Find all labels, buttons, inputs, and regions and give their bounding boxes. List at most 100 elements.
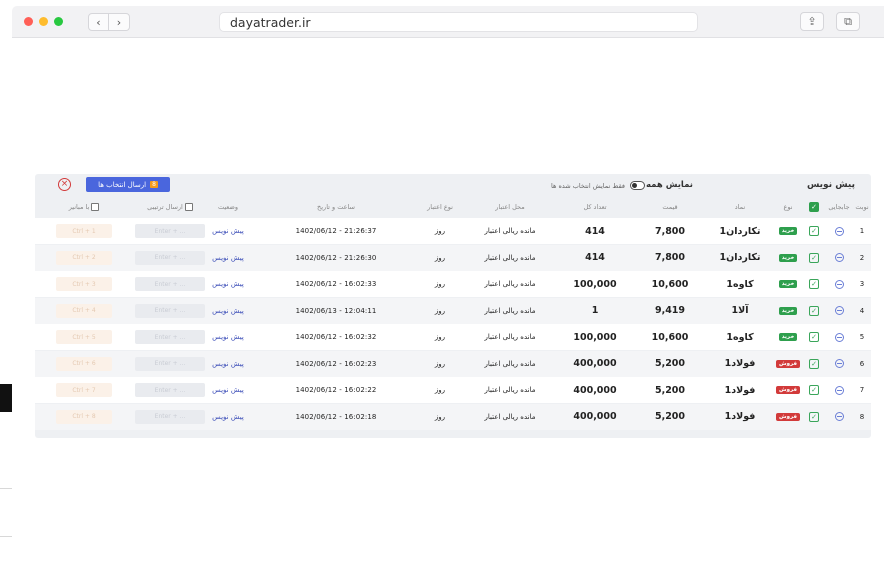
symbol: کاوه1	[726, 331, 754, 343]
order-type-badge: خرید	[778, 333, 798, 341]
send-cell[interactable]: Ctrl + 3	[42, 271, 126, 297]
price: 9,419	[654, 305, 686, 316]
send-cell[interactable]: Ctrl + 7	[42, 377, 126, 403]
with-broker-checkbox[interactable]: با مبانیر	[42, 198, 126, 216]
show-all-toggle[interactable]	[630, 181, 645, 190]
timestamp: 16:02:32 - 1402/06/12	[295, 333, 377, 341]
drag-handle[interactable]	[825, 377, 853, 403]
timestamp: 12:04:11 - 1402/06/13	[295, 306, 377, 315]
table-row[interactable]: 8 ✓ فروش فولاد1 5,200 400,000 مانده ریالی اعتب…	[35, 403, 871, 430]
send-selected-label: ارسال انتخاب ها	[98, 180, 147, 189]
drag-handle[interactable]	[825, 218, 853, 244]
table-row[interactable]: 3 ✓ خرید کاوه1 10,600 100,000 مانده ریالی اعتب…	[35, 271, 871, 297]
sequential-send-cell[interactable]: Enter + ...	[129, 324, 211, 350]
row-index: 7	[859, 386, 865, 394]
close-window-button[interactable]	[24, 17, 33, 26]
row-checkbox[interactable]: ✓	[803, 271, 825, 297]
row-checkbox[interactable]: ✓	[803, 324, 825, 350]
quantity: 400,000	[573, 358, 617, 369]
drag-handle[interactable]	[825, 351, 853, 377]
row-checkbox[interactable]: ✓	[803, 377, 825, 403]
send-selected-button[interactable]: 8 ارسال انتخاب ها	[86, 177, 170, 192]
send-cell[interactable]: Ctrl + 1	[42, 218, 126, 244]
credit-type: روز	[434, 253, 446, 262]
row-checkbox[interactable]: ✓	[803, 218, 825, 244]
order-type-badge: فروش	[775, 386, 801, 394]
window-edge	[0, 384, 12, 412]
sequential-send-checkbox[interactable]: ارسال ترتیبی	[129, 198, 211, 216]
sequential-send-cell[interactable]: Enter + ...	[129, 404, 211, 430]
sequential-send-button[interactable]: Enter + ...	[135, 383, 205, 397]
address-bar[interactable]: dayatrader.ir	[219, 12, 698, 32]
send-shortcut-button[interactable]: Ctrl + 4	[56, 303, 112, 318]
row-checkbox[interactable]: ✓	[803, 404, 825, 430]
page: ‹ › dayatrader.ir ⇪ ⧉ پیش نویس نمایش همه…	[0, 0, 884, 572]
sequential-send-button[interactable]: Enter + ...	[135, 224, 205, 238]
send-shortcut-button[interactable]: Ctrl + 2	[56, 250, 112, 265]
sequential-send-cell[interactable]: Enter + ...	[129, 245, 211, 271]
order-type: فروش	[773, 404, 803, 430]
sequential-send-button[interactable]: Enter + ...	[135, 277, 205, 291]
select-all-checkbox[interactable]: ✓	[803, 198, 825, 216]
table-row[interactable]: 6 ✓ فروش فولاد1 5,200 400,000 مانده ریالی اعتب…	[35, 350, 871, 377]
check-icon: ✓	[809, 358, 819, 369]
order-type-badge: خرید	[778, 227, 798, 235]
drag-handle[interactable]	[825, 298, 853, 324]
sequential-send-button[interactable]: Enter + ...	[135, 250, 205, 265]
sequential-send-cell[interactable]: Enter + ...	[129, 298, 211, 324]
move-icon	[834, 226, 844, 236]
sequential-send-button[interactable]: Enter + ...	[135, 303, 205, 318]
send-shortcut-button[interactable]: Ctrl + 1	[56, 224, 112, 238]
chevron-right-icon[interactable]: ›	[109, 13, 130, 31]
credit-source: مانده ریالی اعتبار	[484, 253, 536, 262]
send-shortcut-button[interactable]: Ctrl + 7	[56, 383, 112, 397]
tabs-icon[interactable]: ⧉	[836, 12, 860, 31]
drag-handle[interactable]	[825, 245, 853, 271]
sequential-send-button[interactable]: Enter + ...	[135, 409, 205, 424]
table-row[interactable]: 2 ✓ خرید تکاردان1 7,800 414 مانده ریالی اعتبار…	[35, 244, 871, 271]
sequential-send-cell[interactable]: Enter + ...	[129, 377, 211, 403]
drag-handle[interactable]	[825, 324, 853, 350]
table-row[interactable]: 1 ✓ خرید تکاردان1 7,800 414 مانده ریالی اعتبار…	[35, 218, 871, 244]
sequential-send-cell[interactable]: Enter + ...	[129, 351, 211, 377]
send-cell[interactable]: Ctrl + 8	[42, 404, 126, 430]
drag-handle[interactable]	[825, 404, 853, 430]
sequential-send-cell[interactable]: Enter + ...	[129, 218, 211, 244]
credit-source: مانده ریالی اعتبار	[484, 227, 536, 235]
send-cell[interactable]: Ctrl + 6	[42, 351, 126, 377]
row-checkbox[interactable]: ✓	[803, 298, 825, 324]
row-checkbox[interactable]: ✓	[803, 351, 825, 377]
check-icon: ✓	[809, 305, 819, 316]
share-icon[interactable]: ⇪	[800, 12, 824, 31]
order-type-badge: فروش	[775, 359, 801, 368]
sequential-send-button[interactable]: Enter + ...	[135, 330, 205, 344]
sequential-send-button[interactable]: Enter + ...	[135, 356, 205, 371]
table-row[interactable]: 4 ✓ خرید آلا1 9,419 1 مانده ریالی اعتبار روز 12:…	[35, 297, 871, 324]
close-icon[interactable]: ×	[58, 178, 71, 191]
row-index: 6	[859, 359, 865, 368]
timestamp: 16:02:23 - 1402/06/12	[295, 359, 377, 368]
minimize-window-button[interactable]	[39, 17, 48, 26]
send-shortcut-button[interactable]: Ctrl + 3	[56, 277, 112, 291]
move-icon	[834, 359, 844, 368]
chevron-left-icon[interactable]: ‹	[88, 13, 109, 31]
row-checkbox[interactable]: ✓	[803, 245, 825, 271]
check-icon: ✓	[809, 252, 819, 263]
table-header: نوبت جابجایی ✓ نوع نماد قیمت تعداد کل مح…	[35, 198, 871, 216]
symbol: کاوه1	[726, 278, 754, 290]
sequential-send-cell[interactable]: Enter + ...	[129, 271, 211, 297]
drag-handle[interactable]	[825, 271, 853, 297]
credit-source: مانده ریالی اعتبار	[484, 280, 536, 288]
quantity: 100,000	[573, 331, 617, 343]
maximize-window-button[interactable]	[54, 17, 63, 26]
send-cell[interactable]: Ctrl + 2	[42, 245, 126, 271]
table-row[interactable]: 7 ✓ فروش فولاد1 5,200 400,000 مانده ریالی اعتب…	[35, 377, 871, 403]
send-shortcut-button[interactable]: Ctrl + 8	[56, 409, 112, 424]
panel-header: پیش نویس نمایش همه فقط نمایش انتخاب شده …	[35, 174, 871, 196]
send-shortcut-button[interactable]: Ctrl + 5	[56, 330, 112, 344]
send-cell[interactable]: Ctrl + 4	[42, 298, 126, 324]
table-row[interactable]: 5 ✓ خرید کاوه1 10,600 100,000 مانده ریالی اعتب…	[35, 324, 871, 350]
send-cell[interactable]: Ctrl + 5	[42, 324, 126, 350]
send-shortcut-button[interactable]: Ctrl + 6	[56, 356, 112, 371]
col-credit: محل اعتبار	[495, 203, 525, 211]
